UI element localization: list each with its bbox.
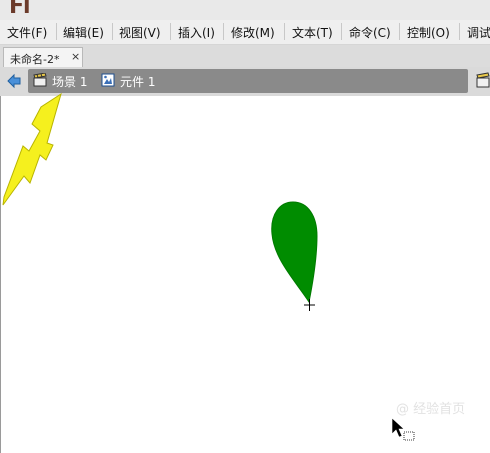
mouse-cursor-icon (391, 417, 415, 441)
registration-point-icon (304, 299, 315, 311)
stage-overlay (2, 92, 415, 441)
watermark: @ 经验首页 (396, 402, 466, 417)
teardrop-shape[interactable] (271, 201, 318, 304)
highlight-arrow-icon (2, 92, 62, 206)
